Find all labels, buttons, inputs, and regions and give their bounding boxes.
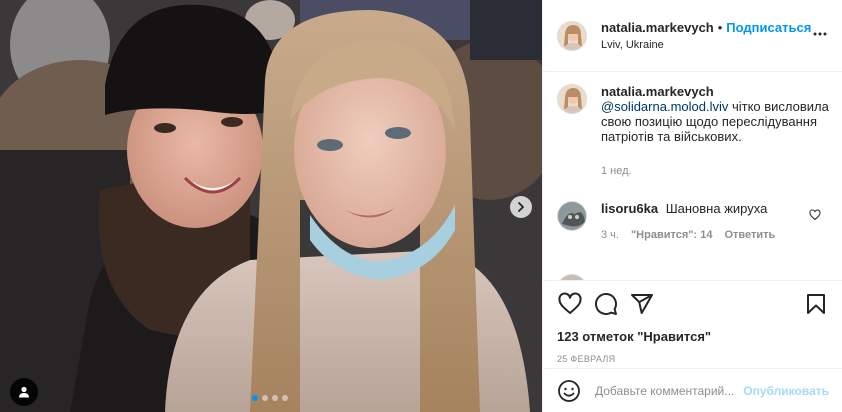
avatar-image bbox=[558, 202, 586, 230]
like-button[interactable] bbox=[555, 289, 585, 319]
carousel-indicator bbox=[252, 395, 288, 401]
next-photo-button[interactable] bbox=[510, 196, 532, 218]
comment-likes[interactable]: "Нравится": 14 bbox=[631, 228, 712, 243]
post-actions: 123 отметок "Нравится" 25 ФЕВРАЛЯ bbox=[543, 280, 842, 364]
comments-list[interactable]: natalia.markevych @solidarna.molod.lviv … bbox=[543, 72, 842, 280]
reply-button[interactable]: Ответить bbox=[724, 228, 775, 243]
selfie-photo bbox=[0, 0, 542, 412]
comment-text: Шановна жируха bbox=[665, 201, 768, 216]
post-header: natalia.markevych • Подписаться Lviv, Uk… bbox=[543, 0, 842, 72]
avatar[interactable] bbox=[557, 84, 587, 114]
comment-item: lisoru6ka Шановна жируха 3 ч. "Нравится"… bbox=[543, 179, 842, 243]
post-photo[interactable] bbox=[0, 0, 542, 412]
more-horizontal-icon bbox=[813, 32, 827, 36]
comment-icon bbox=[595, 293, 617, 315]
tagged-users-button[interactable] bbox=[10, 378, 38, 406]
carousel-dot bbox=[282, 395, 288, 401]
carousel-dot bbox=[262, 395, 268, 401]
add-comment-bar: Опубликовать bbox=[543, 368, 842, 412]
separator-dot: • bbox=[717, 20, 723, 35]
user-icon bbox=[19, 386, 29, 398]
post-caption: natalia.markevych @solidarna.molod.lviv … bbox=[543, 72, 842, 179]
carousel-dot bbox=[252, 395, 258, 401]
follow-button[interactable]: Подписаться bbox=[726, 20, 811, 35]
avatar[interactable] bbox=[557, 201, 587, 231]
comment-input[interactable] bbox=[595, 383, 744, 398]
heart-icon bbox=[809, 209, 821, 221]
caption-time[interactable]: 1 нед. bbox=[601, 164, 632, 179]
emoji-icon bbox=[558, 379, 580, 402]
bookmark-icon bbox=[807, 294, 825, 314]
instagram-post: natalia.markevych • Подписаться Lviv, Uk… bbox=[0, 0, 842, 412]
save-button[interactable] bbox=[801, 289, 831, 319]
avatar-image bbox=[558, 85, 586, 113]
more-options-button[interactable] bbox=[812, 26, 828, 42]
publish-button[interactable]: Опубликовать bbox=[743, 384, 829, 398]
post-date[interactable]: 25 ФЕВРАЛЯ bbox=[555, 354, 831, 364]
author-username[interactable]: natalia.markevych bbox=[601, 20, 714, 35]
comment-like-button[interactable] bbox=[809, 209, 821, 224]
caption-mention[interactable]: @solidarna.molod.lviv bbox=[601, 99, 728, 114]
post-side-panel: natalia.markevych • Подписаться Lviv, Uk… bbox=[542, 0, 842, 412]
comment-time[interactable]: 3 ч. bbox=[601, 228, 619, 243]
carousel-dot bbox=[272, 395, 278, 401]
heart-icon bbox=[558, 292, 582, 314]
avatar-image bbox=[558, 21, 586, 50]
paper-plane-icon bbox=[631, 294, 653, 314]
share-button[interactable] bbox=[627, 289, 657, 319]
post-location[interactable]: Lviv, Ukraine bbox=[601, 39, 828, 51]
comment-username[interactable]: lisoru6ka bbox=[601, 201, 658, 216]
comment-button[interactable] bbox=[591, 289, 621, 319]
caption-username[interactable]: natalia.markevych bbox=[601, 84, 714, 99]
avatar[interactable] bbox=[557, 20, 587, 51]
likes-count[interactable]: 123 отметок "Нравится" bbox=[555, 329, 831, 344]
chevron-right-icon bbox=[518, 202, 524, 212]
emoji-button[interactable] bbox=[557, 379, 581, 403]
